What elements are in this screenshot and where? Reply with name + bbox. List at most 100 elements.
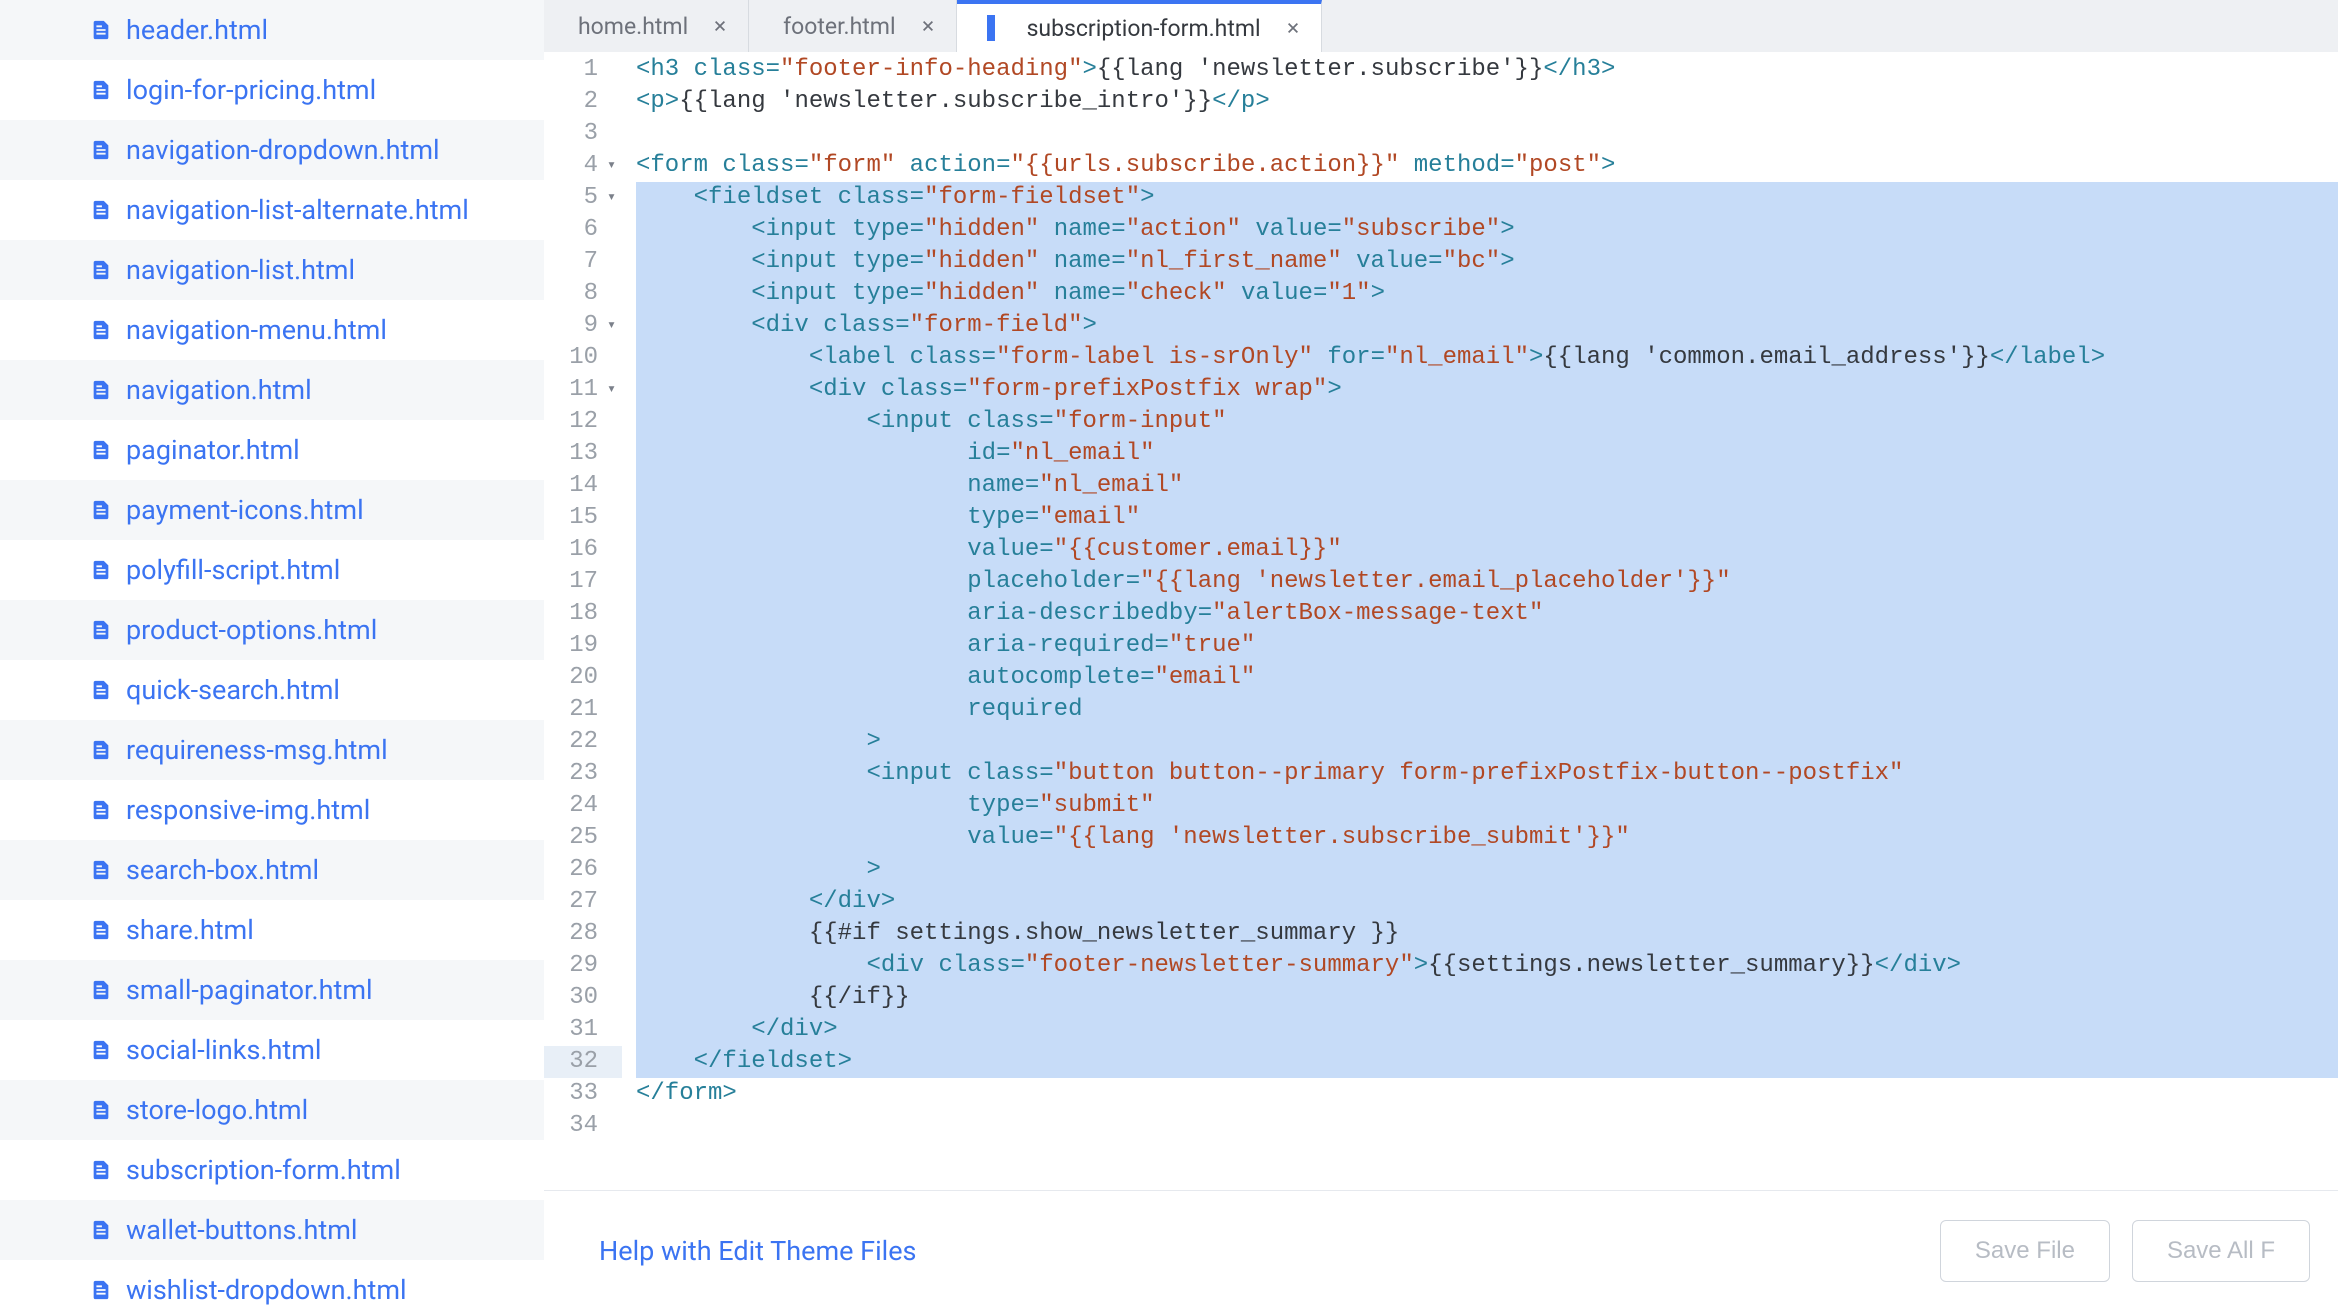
gutter-line[interactable]: 34 <box>544 1110 622 1142</box>
file-tree-item[interactable]: paginator.html <box>0 420 544 480</box>
file-tree-item[interactable]: navigation-list-alternate.html <box>0 180 544 240</box>
code-line[interactable]: </form> <box>636 1078 2338 1110</box>
gutter-line[interactable]: 21 <box>544 694 622 726</box>
gutter-line[interactable]: 25 <box>544 822 622 854</box>
gutter-line[interactable]: 2 <box>544 86 622 118</box>
code-line[interactable]: <form class="form" action="{{urls.subscr… <box>636 150 2338 182</box>
file-tree-item[interactable]: social-links.html <box>0 1020 544 1080</box>
gutter-line[interactable]: 7 <box>544 246 622 278</box>
file-tree-item[interactable]: wallet-buttons.html <box>0 1200 544 1260</box>
gutter-line[interactable]: 10 <box>544 342 622 374</box>
file-tree-item[interactable]: store-logo.html <box>0 1080 544 1140</box>
file-tree-item[interactable]: requireness-msg.html <box>0 720 544 780</box>
close-icon[interactable] <box>918 16 938 36</box>
code-line[interactable]: id="nl_email" <box>636 438 2338 470</box>
fold-toggle-icon[interactable]: ▾ <box>602 150 616 182</box>
code-line[interactable]: {{#if settings.show_newsletter_summary }… <box>636 918 2338 950</box>
code-line[interactable]: type="submit" <box>636 790 2338 822</box>
gutter-line[interactable]: 13 <box>544 438 622 470</box>
file-tree-item[interactable]: navigation-menu.html <box>0 300 544 360</box>
file-tree-item[interactable]: navigation.html <box>0 360 544 420</box>
gutter-line[interactable]: 1 <box>544 54 622 86</box>
gutter-line[interactable]: 27 <box>544 886 622 918</box>
code-line[interactable]: </fieldset> <box>636 1046 2338 1078</box>
gutter-line[interactable]: 32 <box>544 1046 622 1078</box>
code-line[interactable]: aria-required="true" <box>636 630 2338 662</box>
code-line[interactable]: <div class="footer-newsletter-summary">{… <box>636 950 2338 982</box>
file-tree-item[interactable]: product-options.html <box>0 600 544 660</box>
code-line[interactable]: <input class="button button--primary for… <box>636 758 2338 790</box>
file-tree-item[interactable]: responsive-img.html <box>0 780 544 840</box>
save-all-button[interactable]: Save All F <box>2132 1220 2310 1282</box>
code-editor[interactable]: 1234▾5▾6789▾1011▾12131415161718192021222… <box>544 52 2338 1190</box>
gutter-line[interactable]: 8 <box>544 278 622 310</box>
gutter-line[interactable]: 15 <box>544 502 622 534</box>
file-tree-item[interactable]: header.html <box>0 0 544 60</box>
gutter-line[interactable]: 3 <box>544 118 622 150</box>
code-line[interactable]: <input type="hidden" name="nl_first_name… <box>636 246 2338 278</box>
gutter-line[interactable]: 5▾ <box>544 182 622 214</box>
file-tree-item[interactable]: wishlist-dropdown.html <box>0 1260 544 1310</box>
file-tree-item[interactable]: subscription-form.html <box>0 1140 544 1200</box>
gutter-line[interactable]: 24 <box>544 790 622 822</box>
code-line[interactable]: value="{{lang 'newsletter.subscribe_subm… <box>636 822 2338 854</box>
code-line[interactable]: type="email" <box>636 502 2338 534</box>
gutter-line[interactable]: 19 <box>544 630 622 662</box>
save-file-button[interactable]: Save File <box>1940 1220 2110 1282</box>
code-line[interactable]: required <box>636 694 2338 726</box>
file-tree-item[interactable]: quick-search.html <box>0 660 544 720</box>
file-tree-item[interactable]: search-box.html <box>0 840 544 900</box>
file-tree-item[interactable]: login-for-pricing.html <box>0 60 544 120</box>
code-line[interactable]: <div class="form-prefixPostfix wrap"> <box>636 374 2338 406</box>
code-line[interactable]: <h3 class="footer-info-heading">{{lang '… <box>636 54 2338 86</box>
file-tree-item[interactable]: payment-icons.html <box>0 480 544 540</box>
code-line[interactable]: <fieldset class="form-fieldset"> <box>636 182 2338 214</box>
file-tree-item[interactable]: navigation-dropdown.html <box>0 120 544 180</box>
code-line[interactable]: <input type="hidden" name="action" value… <box>636 214 2338 246</box>
code-line[interactable]: <p>{{lang 'newsletter.subscribe_intro'}}… <box>636 86 2338 118</box>
code-line[interactable] <box>636 1110 2338 1142</box>
code-line[interactable]: > <box>636 726 2338 758</box>
gutter-line[interactable]: 33 <box>544 1078 622 1110</box>
gutter-line[interactable]: 12 <box>544 406 622 438</box>
editor-tab[interactable]: home.html <box>544 0 749 52</box>
fold-toggle-icon[interactable]: ▾ <box>602 310 616 342</box>
gutter-line[interactable]: 20 <box>544 662 622 694</box>
file-tree-item[interactable]: navigation-list.html <box>0 240 544 300</box>
gutter-line[interactable]: 31 <box>544 1014 622 1046</box>
code-line[interactable]: <label class="form-label is-srOnly" for=… <box>636 342 2338 374</box>
editor-tab[interactable]: subscription-form.html <box>957 0 1322 52</box>
gutter-line[interactable]: 6 <box>544 214 622 246</box>
fold-toggle-icon[interactable]: ▾ <box>602 182 616 214</box>
gutter-line[interactable]: 30 <box>544 982 622 1014</box>
gutter-line[interactable]: 29 <box>544 950 622 982</box>
gutter-line[interactable]: 14 <box>544 470 622 502</box>
file-tree-item[interactable]: small-paginator.html <box>0 960 544 1020</box>
gutter-line[interactable]: 4▾ <box>544 150 622 182</box>
code-line[interactable]: > <box>636 854 2338 886</box>
code-line[interactable]: name="nl_email" <box>636 470 2338 502</box>
code-line[interactable]: <input type="hidden" name="check" value=… <box>636 278 2338 310</box>
gutter-line[interactable]: 28 <box>544 918 622 950</box>
code-line[interactable] <box>636 118 2338 150</box>
code-line[interactable]: autocomplete="email" <box>636 662 2338 694</box>
code-line[interactable]: value="{{customer.email}}" <box>636 534 2338 566</box>
gutter-line[interactable]: 17 <box>544 566 622 598</box>
gutter-line[interactable]: 23 <box>544 758 622 790</box>
close-icon[interactable] <box>710 16 730 36</box>
code-area[interactable]: <h3 class="footer-info-heading">{{lang '… <box>622 52 2338 1190</box>
gutter-line[interactable]: 11▾ <box>544 374 622 406</box>
file-tree-sidebar[interactable]: header.htmllogin-for-pricing.htmlnavigat… <box>0 0 544 1310</box>
code-line[interactable]: {{/if}} <box>636 982 2338 1014</box>
gutter-line[interactable]: 18 <box>544 598 622 630</box>
code-line[interactable]: </div> <box>636 886 2338 918</box>
editor-tab[interactable]: footer.html <box>749 0 956 52</box>
fold-toggle-icon[interactable]: ▾ <box>602 374 616 406</box>
code-line[interactable]: placeholder="{{lang 'newsletter.email_pl… <box>636 566 2338 598</box>
help-link[interactable]: Help with Edit Theme Files <box>599 1235 916 1267</box>
gutter-line[interactable]: 22 <box>544 726 622 758</box>
gutter-line[interactable]: 9▾ <box>544 310 622 342</box>
code-line[interactable]: aria-describedby="alertBox-message-text" <box>636 598 2338 630</box>
gutter-line[interactable]: 26 <box>544 854 622 886</box>
file-tree-item[interactable]: polyfill-script.html <box>0 540 544 600</box>
